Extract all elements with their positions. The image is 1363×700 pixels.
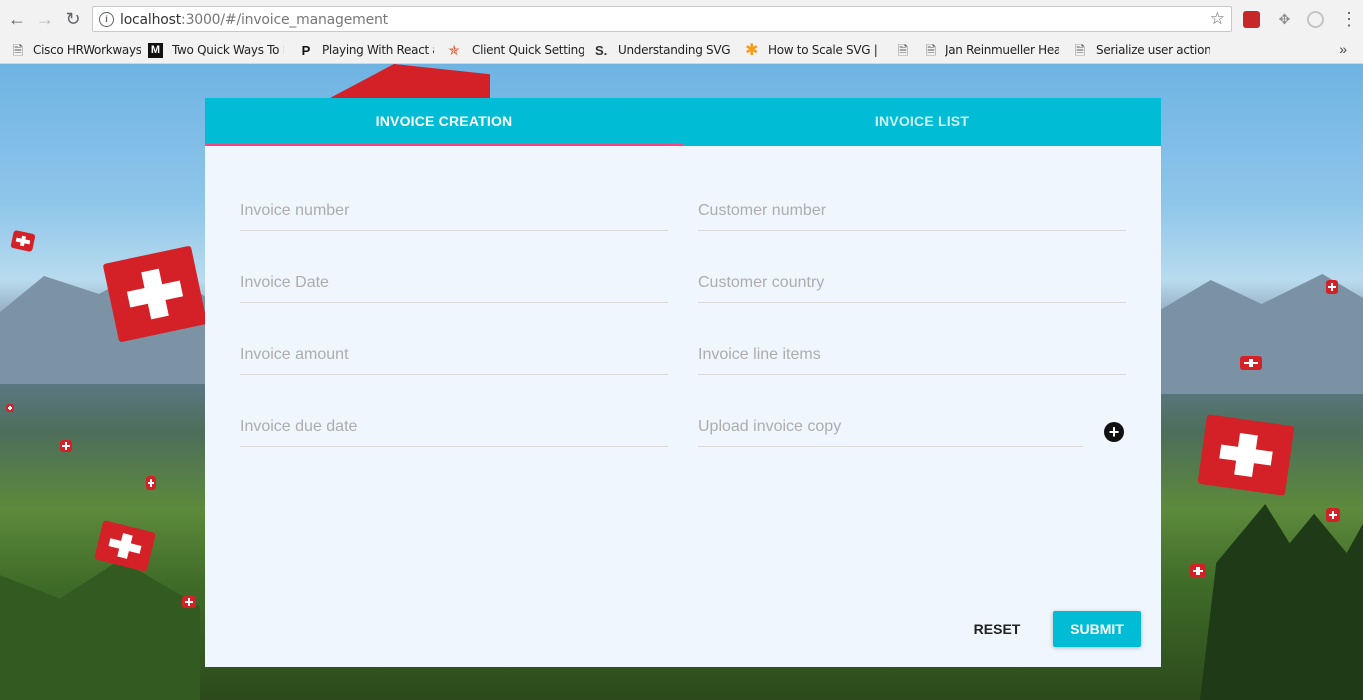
asterisk-icon: ✱ (745, 42, 759, 59)
customer-country-field (698, 266, 1126, 303)
reset-button[interactable]: RESET (963, 611, 1031, 647)
page-icon: 🗎 (12, 43, 24, 58)
tab-bar: INVOICE CREATION INVOICE LIST (205, 98, 1161, 146)
swiss-flag-icon (1197, 414, 1295, 496)
tab-invoice-list[interactable]: INVOICE LIST (683, 98, 1161, 146)
back-arrow-icon[interactable]: ← (6, 8, 28, 30)
swiss-flag-icon (146, 476, 156, 490)
bookmark-item[interactable]: Playing With React ar (322, 42, 434, 59)
swiss-flag-icon (1326, 280, 1338, 294)
bookmark-item[interactable]: Serialize user actions (1096, 42, 1210, 59)
swiss-flag-icon (1190, 564, 1206, 578)
customer-number-input[interactable] (698, 198, 1126, 224)
invoice-amount-field (240, 338, 668, 375)
page-icon[interactable]: 🗎 (897, 43, 909, 58)
address-bar[interactable]: i localhost:3000/#/invoice_management ☆ (92, 6, 1232, 32)
invoice-date-input[interactable] (240, 270, 668, 296)
forward-arrow-icon[interactable]: → (34, 8, 56, 30)
invoice-number-field (240, 194, 668, 231)
invoice-line-items-field (698, 338, 1126, 375)
reload-icon[interactable]: ↻ (62, 8, 84, 30)
invoice-amount-input[interactable] (240, 342, 668, 368)
add-circle-icon[interactable]: + (1104, 422, 1124, 442)
customer-country-input[interactable] (698, 270, 1126, 296)
swiss-flag-icon (6, 404, 14, 412)
hillside (0, 559, 200, 700)
address-bar-url[interactable]: localhost:3000/#/invoice_management (120, 12, 388, 28)
bookmark-star-icon[interactable]: ☆ (1210, 9, 1225, 29)
extension-icon[interactable] (1243, 11, 1260, 28)
extension-move-icon[interactable]: ✥ (1276, 11, 1293, 28)
swiss-flag-icon (182, 596, 196, 608)
customer-number-field (698, 194, 1126, 231)
tab-invoice-creation[interactable]: INVOICE CREATION (205, 98, 683, 146)
upload-invoice-copy-field (698, 410, 1083, 447)
url-host: localhost (120, 12, 182, 28)
site-info-icon[interactable]: i (99, 12, 114, 27)
medium-icon: M (148, 43, 163, 58)
bookmark-item[interactable]: Client Quick Settings (472, 42, 584, 59)
browser-toolbar: ← → ↻ i localhost:3000/#/invoice_managem… (0, 0, 1363, 39)
invoice-date-field (240, 266, 668, 303)
url-path: :3000/#/invoice_management (181, 12, 388, 28)
bookmark-item[interactable]: Cisco HRWorkways (33, 42, 141, 59)
invoice-card: INVOICE CREATION INVOICE LIST + RESET SU… (205, 98, 1161, 667)
bookmark-item[interactable]: Jan Reinmueller Heac (945, 42, 1059, 59)
auth0-icon: ✯ (448, 42, 460, 58)
p-icon: P (301, 43, 311, 58)
tree-line (1200, 504, 1363, 700)
swiss-flag-icon (60, 440, 72, 452)
flag-banner (330, 64, 490, 98)
browser-menu-icon[interactable]: ⋮ (1340, 8, 1358, 30)
tab-indicator (205, 144, 683, 146)
s-icon: S. (595, 43, 608, 58)
invoice-due-date-input[interactable] (240, 414, 668, 440)
bookmarks-overflow-icon[interactable]: » (1339, 41, 1347, 57)
extension-circle-icon[interactable] (1307, 11, 1324, 28)
invoice-due-date-field (240, 410, 668, 447)
page-icon: 🗎 (1074, 43, 1086, 58)
swiss-flag-icon (93, 520, 157, 572)
invoice-line-items-input[interactable] (698, 342, 1126, 368)
page-icon: 🗎 (925, 43, 937, 58)
bookmark-item[interactable]: Two Quick Ways To R (172, 42, 284, 59)
swiss-flag-icon (10, 229, 36, 253)
swiss-flag-icon (1240, 356, 1262, 370)
invoice-number-input[interactable] (240, 198, 668, 224)
bookmark-item[interactable]: How to Scale SVG | C (768, 42, 880, 59)
submit-button[interactable]: SUBMIT (1053, 611, 1141, 647)
swiss-flag-icon (1326, 508, 1340, 522)
upload-invoice-copy-input[interactable] (698, 414, 1083, 440)
bookmark-item[interactable]: Understanding SVG C (618, 42, 732, 59)
bookmarks-bar: 🗎 Cisco HRWorkways M Two Quick Ways To R… (0, 38, 1363, 64)
